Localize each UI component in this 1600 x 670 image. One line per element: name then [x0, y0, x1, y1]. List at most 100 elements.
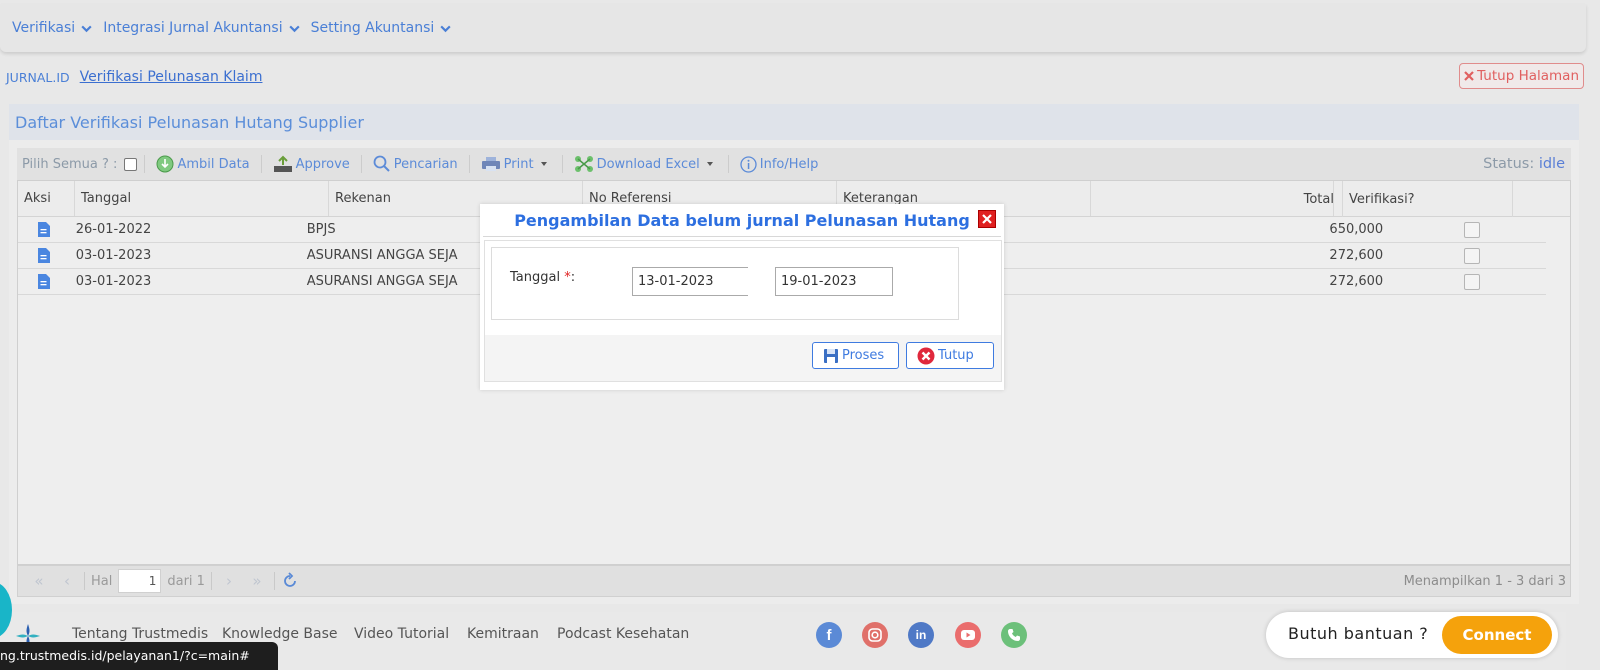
nav-integrasi[interactable]: Integrasi Jurnal Akuntansi — [103, 20, 300, 36]
pencarian-button[interactable]: Pencarian — [369, 155, 462, 173]
cell-total: 272,600 — [1329, 274, 1384, 289]
status-url: ng.trustmedis.id/pelayanan1/?c=main# — [0, 642, 278, 670]
tab-verifikasi-pelunasan[interactable]: Verifikasi Pelunasan Klaim — [80, 69, 263, 85]
approve-label: Approve — [295, 156, 350, 172]
close-page-label: Tutup Halaman — [1477, 68, 1579, 84]
search-icon — [373, 155, 390, 172]
next-page-button[interactable]: › — [218, 572, 240, 590]
printer-icon — [481, 157, 500, 171]
toolbar-divider — [727, 155, 729, 173]
nav-verifikasi[interactable]: Verifikasi — [12, 20, 93, 36]
download-excel-label: Download Excel — [596, 156, 700, 172]
toolbar: Pilih Semua ? : Ambil Data Approve Penca… — [17, 148, 1571, 180]
nav-verifikasi-label: Verifikasi — [12, 20, 76, 36]
instagram-icon[interactable] — [862, 622, 888, 648]
row-verify-checkbox[interactable] — [1463, 247, 1480, 264]
download-excel-button[interactable]: Download Excel — [570, 155, 721, 173]
pager-divider — [210, 572, 212, 590]
proses-button[interactable]: Proses — [812, 342, 899, 369]
pencarian-label: Pencarian — [393, 156, 458, 172]
dialog-title: Pengambilan Data belum jurnal Pelunasan … — [483, 204, 1001, 237]
footer-link-knowledge-base[interactable]: Knowledge Base — [222, 626, 338, 642]
phone-icon[interactable] — [1001, 622, 1027, 648]
pager-info: Menampilkan 1 - 3 dari 3 — [1403, 573, 1566, 589]
nav-integrasi-label: Integrasi Jurnal Akuntansi — [103, 20, 283, 36]
pager-divider — [273, 572, 275, 590]
row-verify-checkbox[interactable] — [1463, 221, 1480, 238]
cell-tanggal: 03-01-2023 — [75, 248, 152, 263]
chevron-down-icon — [440, 25, 451, 32]
toolbar-divider — [260, 155, 262, 173]
tanggal-label: Tanggal *: — [510, 270, 575, 285]
page-input[interactable]: 1 — [118, 569, 162, 593]
pager-divider — [84, 572, 85, 590]
label-colon: : — [570, 270, 576, 285]
approve-button[interactable]: Approve — [269, 155, 354, 173]
info-help-label: Info/Help — [759, 156, 819, 172]
info-help-button[interactable]: Info/Help — [736, 155, 823, 173]
breadcrumb-home[interactable]: JURNAL.ID — [6, 70, 70, 85]
nav-setting-label: Setting Akuntansi — [310, 20, 435, 36]
toolbar-divider — [468, 155, 470, 173]
close-page-button[interactable]: Tutup Halaman — [1459, 63, 1584, 89]
print-button[interactable]: Print — [477, 156, 555, 172]
top-nav: Verifikasi Integrasi Jurnal Akuntansi Se… — [0, 4, 1586, 52]
cell-tanggal: 26-01-2022 — [75, 222, 152, 237]
status-indicator: Status: idle — [1483, 156, 1565, 172]
dialog-close-button[interactable] — [978, 210, 996, 228]
print-label: Print — [503, 156, 534, 172]
first-page-button[interactable]: « — [28, 572, 50, 590]
footer-link-podcast[interactable]: Podcast Kesehatan — [557, 626, 689, 642]
select-all-label: Pilih Semua ? : — [22, 156, 118, 172]
upload-icon — [273, 155, 292, 172]
footer-link-video-tutorial[interactable]: Video Tutorial — [354, 626, 449, 642]
linkedin-icon[interactable]: in — [908, 622, 934, 648]
nav-setting[interactable]: Setting Akuntansi — [311, 20, 453, 36]
page-count: dari 1 — [167, 573, 205, 589]
help-widget: Butuh bantuan ? Connect — [1266, 612, 1558, 658]
row-verify-checkbox[interactable] — [1463, 273, 1480, 290]
toolbar-divider — [561, 155, 563, 173]
dialog-form: Tanggal *: 13-01-2023 19-01-2023 — [491, 247, 959, 320]
date-from-input[interactable]: 13-01-2023 — [632, 267, 748, 296]
last-page-button[interactable]: » — [246, 572, 268, 590]
chevron-down-icon — [288, 25, 300, 32]
footer-link-kemitraan[interactable]: Kemitraan — [467, 626, 539, 642]
breadcrumb: JURNAL.ID Verifikasi Pelunasan Klaim Tut… — [0, 60, 1586, 94]
column-header-verifikasi[interactable]: Verifikasi? — [1343, 181, 1513, 217]
help-text: Butuh bantuan ? — [1288, 624, 1429, 643]
document-icon[interactable] — [37, 274, 51, 289]
column-header-tanggal[interactable]: Tanggal — [75, 181, 329, 216]
facebook-icon[interactable]: f — [816, 622, 842, 648]
cell-total: 272,600 — [1329, 248, 1384, 263]
panel-title: Daftar Verifikasi Pelunasan Hutang Suppl… — [9, 104, 1579, 140]
document-icon[interactable] — [37, 248, 51, 263]
page-label: Hal — [91, 573, 113, 589]
youtube-icon[interactable] — [955, 622, 981, 648]
proses-label: Proses — [842, 348, 885, 363]
caret-down-icon — [540, 162, 547, 166]
tutup-button[interactable]: Tutup — [906, 342, 994, 369]
chevron-down-icon — [81, 25, 92, 32]
pager: « ‹ Hal 1 dari 1 › » Menampilkan 1 - 3 d… — [17, 565, 1571, 597]
cell-total: 650,000 — [1329, 222, 1384, 237]
date-to-input[interactable]: 19-01-2023 — [775, 267, 893, 296]
document-icon[interactable] — [37, 222, 51, 237]
ambil-data-button[interactable]: Ambil Data — [152, 155, 253, 173]
dialog-footer: Proses Tutup — [485, 335, 1001, 381]
refresh-icon[interactable] — [281, 572, 299, 590]
toolbar-divider — [144, 155, 146, 173]
column-header-total[interactable]: Total — [1283, 181, 1343, 217]
select-all-checkbox[interactable] — [124, 157, 138, 171]
cell-tanggal: 03-01-2023 — [75, 274, 152, 289]
close-icon — [1464, 71, 1474, 81]
connect-button[interactable]: Connect — [1442, 616, 1552, 654]
column-header-aksi[interactable]: Aksi — [18, 181, 75, 216]
globe-download-icon — [156, 155, 174, 173]
tutup-label: Tutup — [938, 348, 974, 363]
prev-page-button[interactable]: ‹ — [56, 572, 78, 590]
status-value: idle — [1538, 156, 1565, 172]
ambil-data-label: Ambil Data — [177, 156, 250, 172]
cancel-icon — [917, 347, 935, 364]
footer-link-tentang[interactable]: Tentang Trustmedis — [72, 626, 208, 642]
